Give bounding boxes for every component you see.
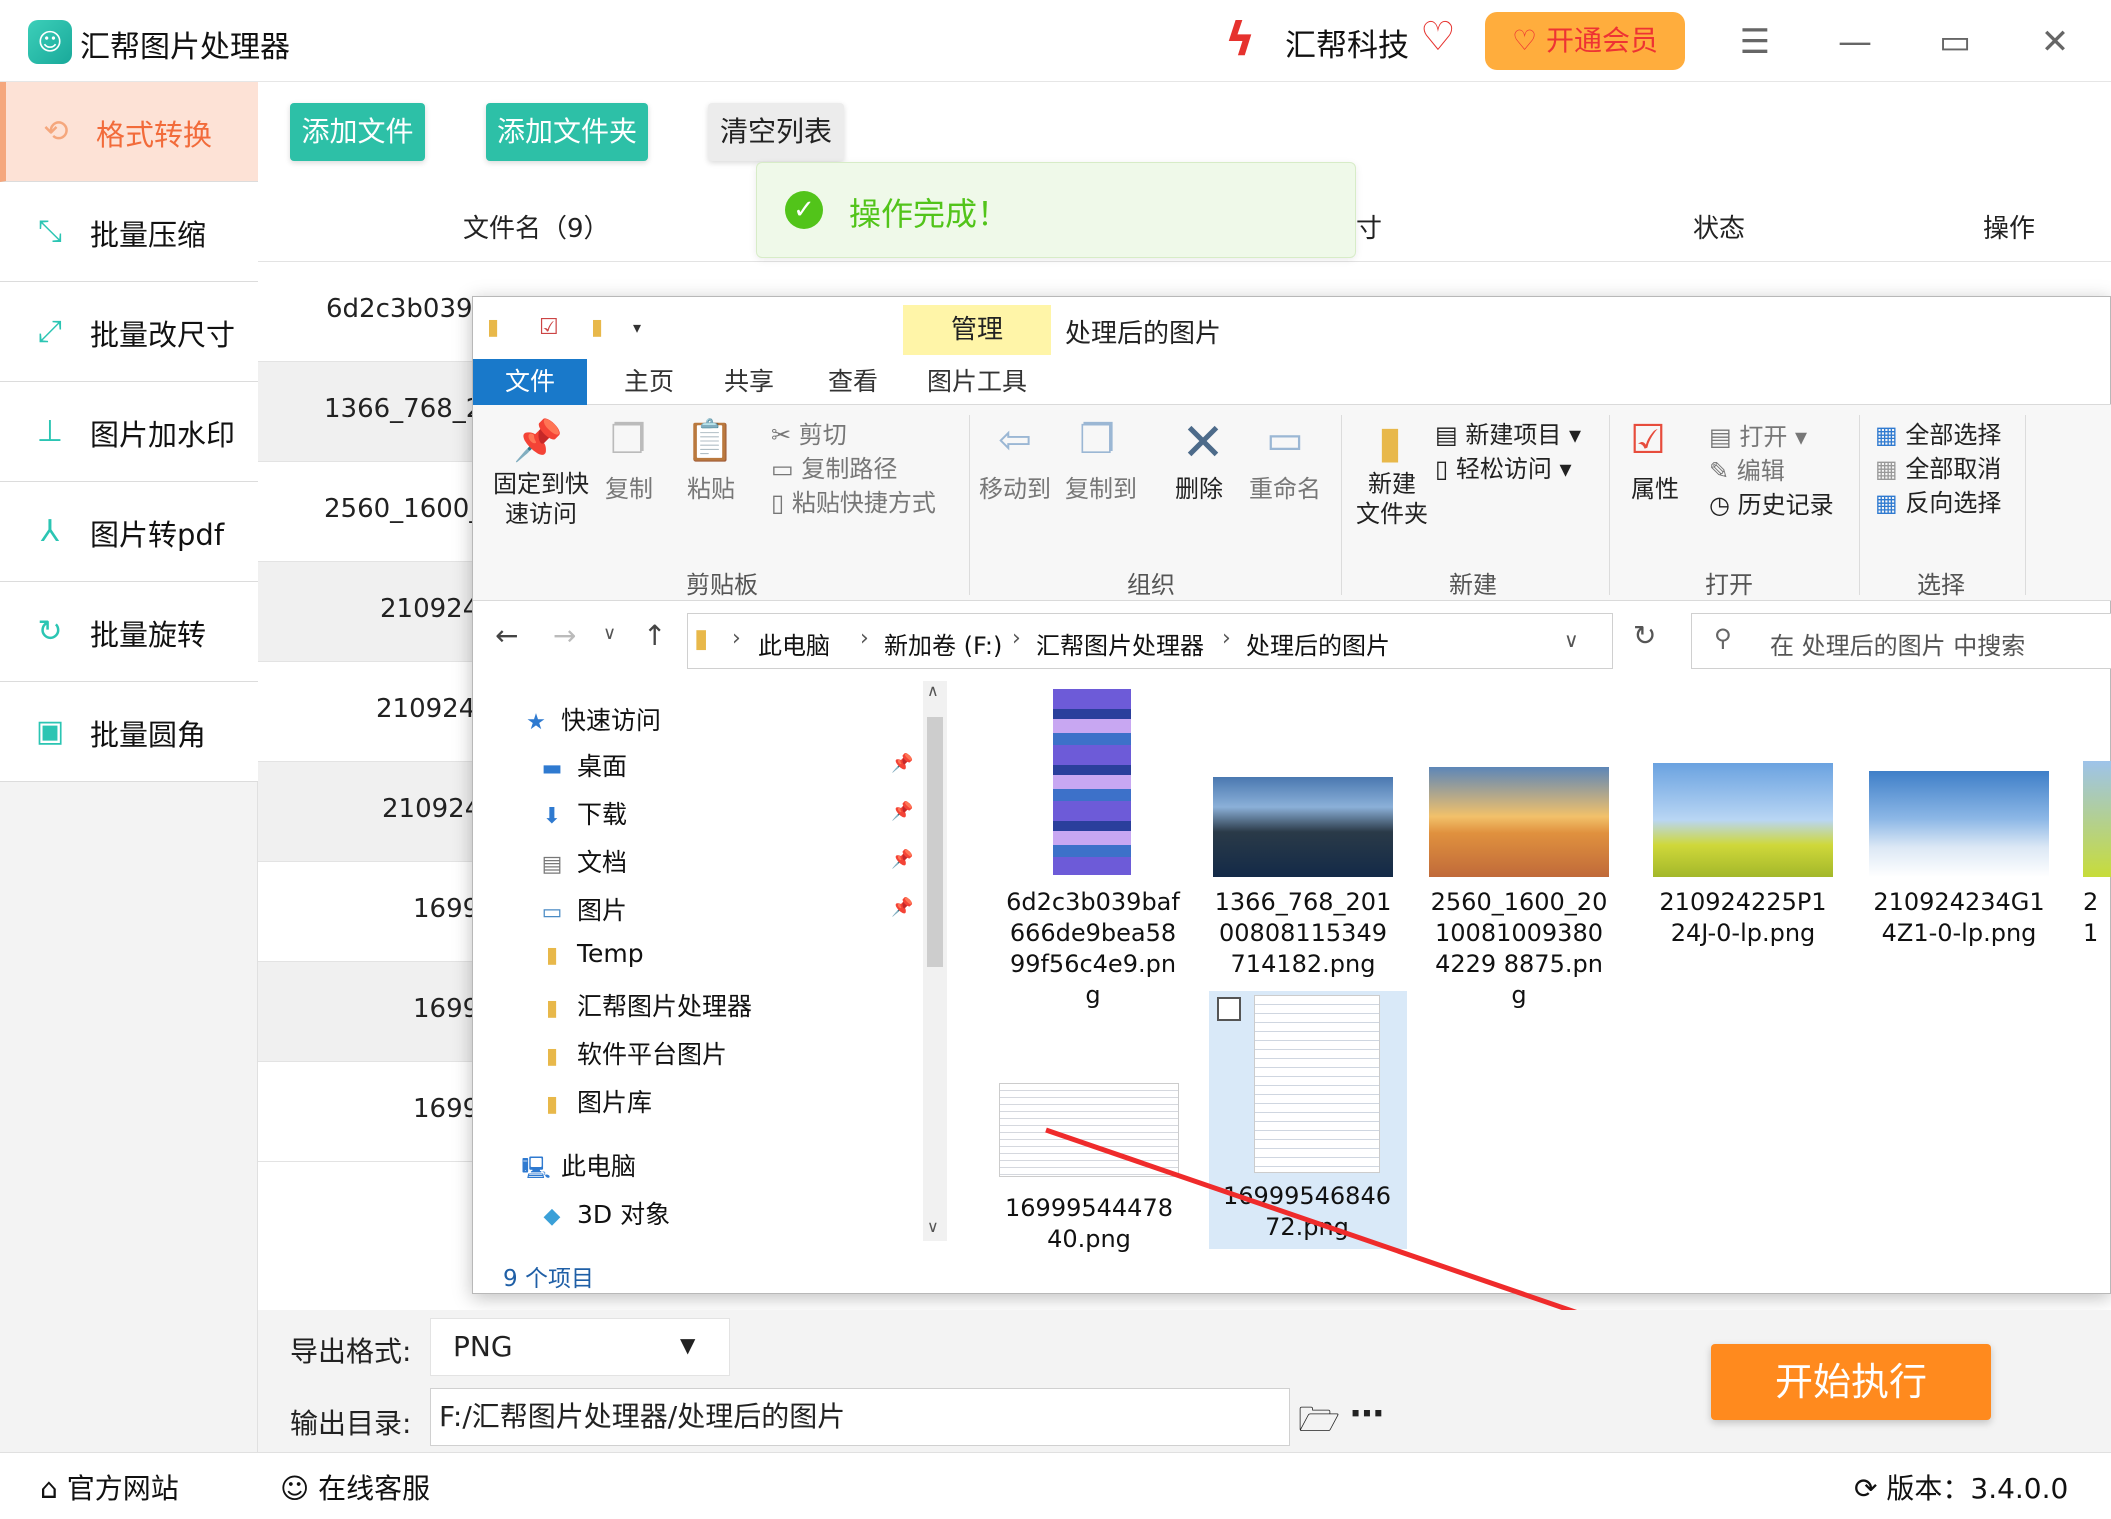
export-format-label: 导出格式:: [290, 1335, 412, 1368]
output-dir-input[interactable]: F:/汇帮图片处理器/处理后的图片: [430, 1388, 1290, 1446]
success-toast: ✓ 操作完成！: [756, 162, 1356, 258]
toast-message: 操作完成！: [849, 195, 1010, 233]
folder-open-icon[interactable]: 🗁: [1298, 1396, 1340, 1453]
output-dir-label: 输出目录:: [290, 1407, 412, 1440]
more-options-icon[interactable]: ⋯: [1350, 1394, 1384, 1434]
dropdown-arrow-icon[interactable]: ▼: [680, 1333, 695, 1357]
home-icon: ⌂: [40, 1472, 58, 1505]
footer: ⌂ 官方网站 ☺ 在线客服 ⟳ 版本：3.4.0.0: [0, 1452, 2111, 1519]
online-support-link[interactable]: ☺ 在线客服: [280, 1467, 430, 1507]
official-site-link[interactable]: ⌂ 官方网站: [40, 1467, 179, 1507]
sync-icon: ⟳: [1854, 1472, 1878, 1505]
version-label: ⟳ 版本：3.4.0.0: [1854, 1472, 2069, 1505]
support-icon: ☺: [280, 1472, 310, 1505]
check-icon: ✓: [785, 191, 823, 229]
start-button[interactable]: 开始执行: [1711, 1344, 1991, 1420]
